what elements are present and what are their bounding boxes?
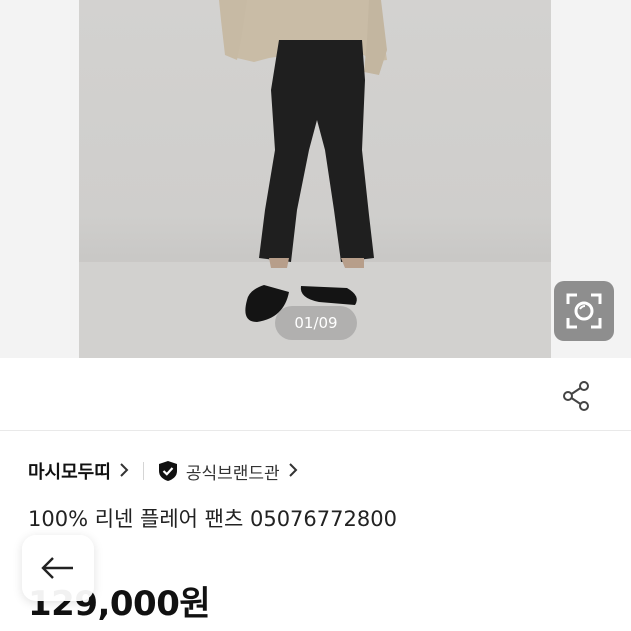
divider [142, 462, 144, 480]
back-button[interactable] [22, 535, 94, 601]
share-button[interactable] [556, 376, 596, 416]
back-arrow-icon [41, 557, 73, 579]
camera-scan-icon [566, 293, 602, 329]
model-wearing-pants-image [79, 0, 551, 358]
share-icon [563, 381, 589, 411]
official-brand-store-link[interactable]: 공식브랜드관 [158, 459, 298, 484]
brand-name-link[interactable]: 마시모두띠 [28, 458, 111, 484]
chevron-right-icon [119, 461, 129, 482]
verified-shield-icon [158, 460, 178, 482]
camera-scan-button[interactable] [554, 281, 614, 341]
product-image-gallery[interactable]: 01/09 [0, 0, 631, 358]
brand-row: 마시모두띠 공식브랜드관 [28, 456, 298, 486]
product-photo[interactable] [79, 0, 551, 358]
product-title: 100% 리넨 플레어 팬츠 05076772800 [28, 507, 397, 531]
action-bar [0, 358, 631, 431]
image-page-counter: 01/09 [275, 306, 357, 340]
chevron-right-icon [288, 461, 298, 482]
official-brand-label: 공식브랜드관 [185, 463, 280, 484]
